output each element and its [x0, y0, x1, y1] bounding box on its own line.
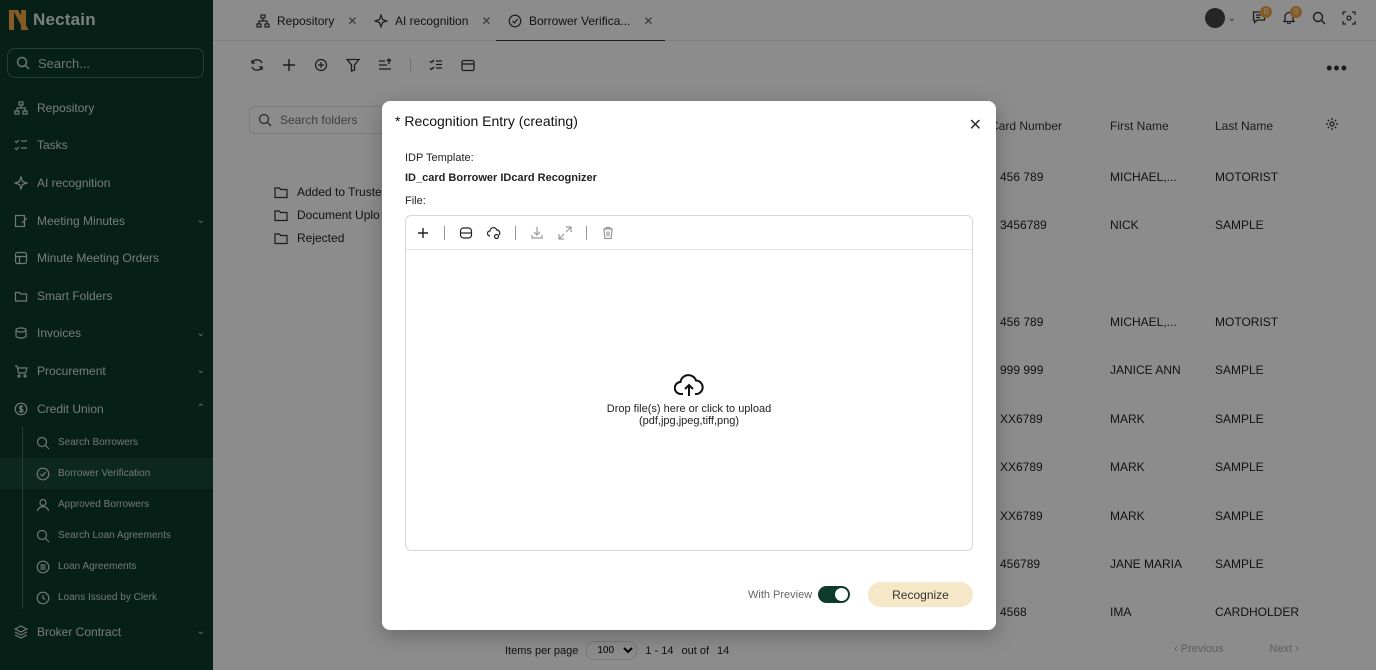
trash-icon[interactable]	[601, 226, 615, 240]
scanner-icon[interactable]	[459, 226, 473, 240]
idp-template-label: IDP Template:	[405, 152, 474, 164]
recognition-entry-dialog: * Recognition Entry (creating) ✕ IDP Tem…	[382, 101, 996, 630]
add-icon[interactable]	[416, 226, 430, 240]
toolbar-divider	[586, 225, 587, 240]
allowed-formats: (pdf,jpg,jpeg,tiff,png)	[638, 414, 740, 427]
recognize-button[interactable]: Recognize	[868, 582, 973, 607]
cloud-upload-icon	[673, 373, 704, 401]
drop-instructions: Drop file(s) here or click to upload	[606, 402, 772, 415]
scan-to-cloud-icon[interactable]	[487, 226, 501, 240]
toolbar-divider	[444, 225, 445, 240]
file-label: File:	[405, 195, 426, 207]
with-preview-label: With Preview	[748, 588, 813, 601]
file-toolbar	[406, 216, 972, 250]
close-icon[interactable]: ✕	[969, 115, 982, 135]
with-preview-toggle[interactable]	[818, 586, 851, 603]
drop-zone[interactable]: Drop file(s) here or click to upload (pd…	[406, 250, 972, 550]
download-icon[interactable]	[530, 226, 544, 240]
dialog-title: * Recognition Entry (creating)	[395, 113, 578, 129]
idp-template-value: ID_card Borrower IDcard Recognizer	[405, 172, 597, 184]
with-preview-control: With Preview	[748, 586, 851, 603]
expand-icon[interactable]	[558, 225, 572, 240]
file-uploader: Drop file(s) here or click to upload (pd…	[405, 215, 973, 551]
toolbar-divider	[515, 225, 516, 240]
